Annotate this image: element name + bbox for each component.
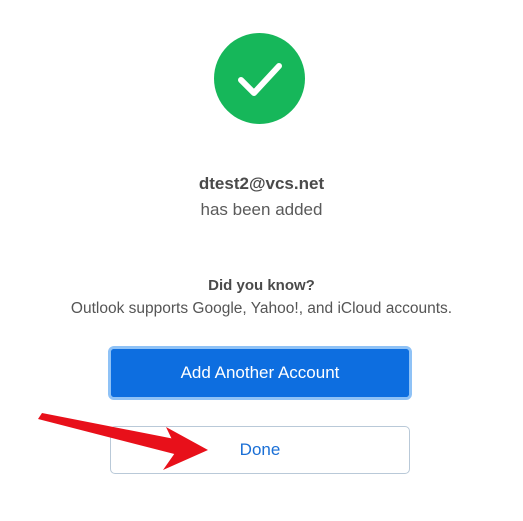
checkmark-icon [238, 63, 282, 96]
success-checkmark-badge [214, 33, 305, 124]
account-email: dtest2@vcs.net [198, 174, 325, 193]
add-another-account-button[interactable]: Add Another Account [108, 346, 412, 400]
account-added-status: has been added [200, 200, 323, 219]
tip-heading: Did you know? [208, 277, 315, 294]
done-label: Done [239, 440, 281, 459]
tip-text: Outlook supports Google, Yahoo!, and iCl… [70, 300, 453, 317]
done-button[interactable]: Done [110, 426, 410, 474]
add-another-account-label: Add Another Account [180, 363, 340, 382]
